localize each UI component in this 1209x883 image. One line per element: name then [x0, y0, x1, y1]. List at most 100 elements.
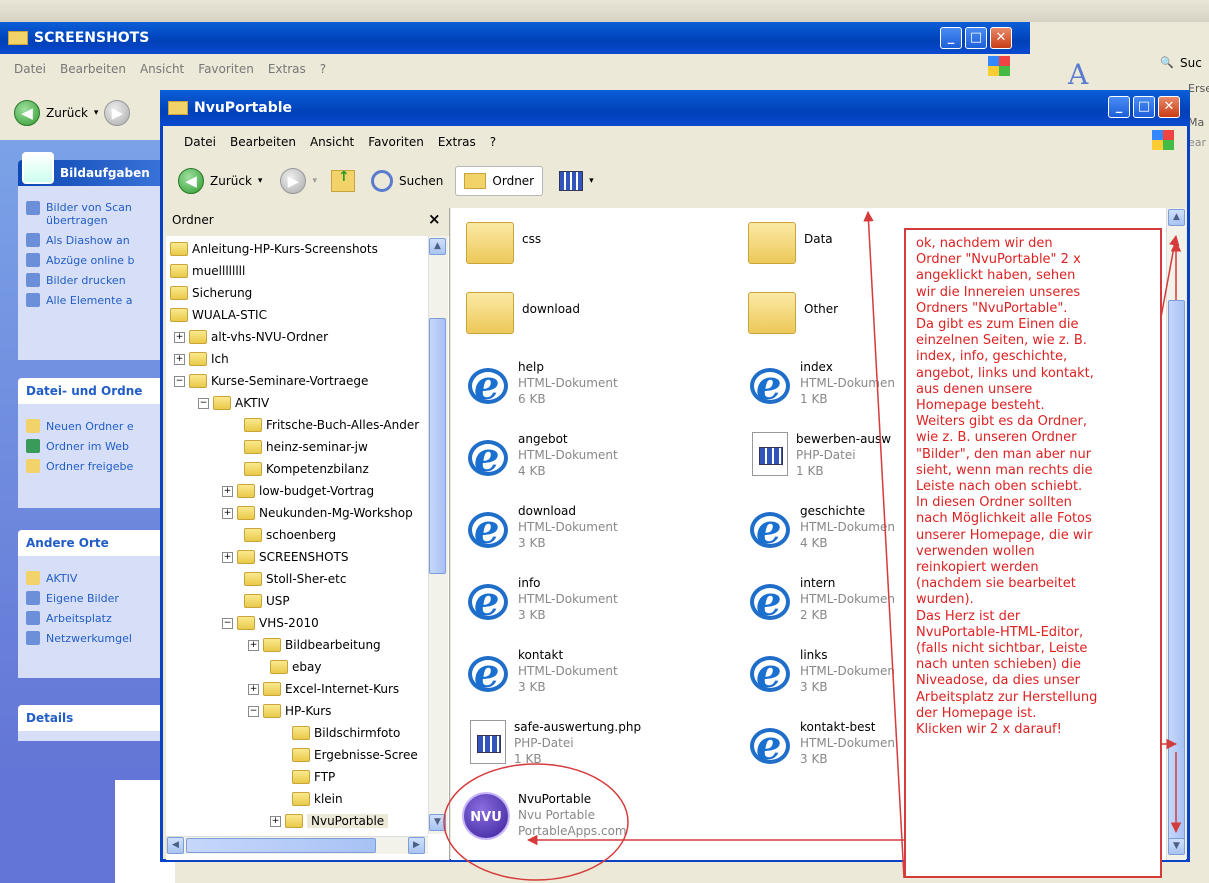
file-item[interactable]: e links HTML-Dokumen 3 KB: [748, 648, 895, 696]
task-prints-online[interactable]: Abzüge online b: [18, 250, 163, 270]
back-menu-datei[interactable]: Datei: [14, 62, 46, 76]
tree-row[interactable]: klein: [292, 789, 343, 809]
search-icon[interactable]: [370, 170, 393, 192]
file-item[interactable]: e kontakt-best HTML-Dokumen 3 KB: [748, 720, 895, 768]
toolbar-back-label[interactable]: Zurück: [210, 174, 252, 188]
task-all-elements[interactable]: Alle Elemente a: [18, 290, 163, 310]
scroll-down-icon[interactable]: ▼: [1168, 838, 1185, 855]
file-item[interactable]: Data: [748, 218, 833, 264]
right-search-label[interactable]: Suc: [1180, 56, 1202, 70]
menu-favoriten[interactable]: Favoriten: [368, 135, 424, 149]
tree-row[interactable]: − VHS-2010: [222, 613, 319, 633]
collapse-icon[interactable]: −: [174, 375, 185, 387]
back-menu-extras[interactable]: Extras: [268, 62, 306, 76]
menu-datei[interactable]: Datei: [184, 135, 216, 149]
tree-row[interactable]: Ergebnisse-Scree: [292, 745, 418, 765]
menu-ansicht[interactable]: Ansicht: [310, 135, 354, 149]
file-item[interactable]: e download HTML-Dokument 3 KB: [466, 504, 618, 552]
tree-row[interactable]: Fritsche-Buch-Alles-Ander: [244, 415, 419, 435]
views-icon[interactable]: [559, 171, 584, 191]
tree-row[interactable]: − AKTIV: [198, 393, 269, 413]
back-menu-favoriten[interactable]: Favoriten: [198, 62, 254, 76]
task-slideshow[interactable]: Als Diashow an: [18, 230, 163, 250]
tree-row[interactable]: + Bildbearbeitung: [248, 635, 381, 655]
panel-details-header[interactable]: Details: [18, 705, 163, 731]
file-item[interactable]: e help HTML-Dokument 6 KB: [466, 360, 618, 408]
task-publish-web[interactable]: Ordner im Web: [18, 436, 163, 456]
file-item[interactable]: e index HTML-Dokumen 1 KB: [748, 360, 895, 408]
scroll-left-icon[interactable]: ◀: [167, 837, 184, 854]
back-menu-help[interactable]: ?: [320, 62, 326, 76]
tree-row[interactable]: muellllllll: [170, 261, 245, 281]
tree-close-button[interactable]: ×: [428, 210, 441, 228]
up-folder-icon[interactable]: ↑: [330, 169, 355, 192]
file-item[interactable]: bewerben-ausw PHP-Datei 1 KB: [748, 432, 891, 479]
menu-help[interactable]: ?: [490, 135, 496, 149]
forward-arrow-icon[interactable]: ▶: [104, 100, 131, 126]
back-history-dropdown-icon[interactable]: ▾: [258, 176, 263, 186]
tree-row[interactable]: + SCREENSHOTS: [222, 547, 349, 567]
tree-row[interactable]: − HP-Kurs: [248, 701, 331, 721]
file-item[interactable]: e kontakt HTML-Dokument 3 KB: [466, 648, 618, 696]
task-share-folder[interactable]: Ordner freigebe: [18, 456, 163, 476]
tree-row[interactable]: Bildschirmfoto: [292, 723, 400, 743]
forward-arrow-icon[interactable]: ▶: [280, 168, 307, 194]
back-maximize-button[interactable]: □: [965, 27, 987, 49]
files-vscroll-thumb[interactable]: [1168, 300, 1185, 850]
place-aktiv[interactable]: AKTIV: [18, 568, 163, 588]
tree-row[interactable]: Kompetenzbilanz: [244, 459, 369, 479]
tree-row-selected[interactable]: + NvuPortable: [270, 811, 389, 831]
expand-icon[interactable]: +: [222, 485, 233, 497]
folders-button[interactable]: Ordner: [455, 166, 544, 196]
tree-row[interactable]: + Excel-Internet-Kurs: [248, 679, 399, 699]
menu-bearbeiten[interactable]: Bearbeiten: [230, 135, 296, 149]
main-close-button[interactable]: ✕: [1158, 96, 1180, 118]
back-close-button[interactable]: ✕: [990, 27, 1012, 49]
expand-icon[interactable]: +: [222, 551, 233, 563]
panel-datei-header[interactable]: Datei- und Ordne: [18, 378, 163, 404]
file-item[interactable]: safe-auswertung.php PHP-Datei 1 KB: [466, 720, 641, 767]
expand-icon[interactable]: +: [248, 639, 259, 651]
menu-extras[interactable]: Extras: [438, 135, 476, 149]
tree-row[interactable]: ebay: [270, 657, 321, 677]
back-arrow-icon[interactable]: ◀: [178, 168, 204, 194]
file-item[interactable]: e info HTML-Dokument 3 KB: [466, 576, 618, 624]
file-item[interactable]: e intern HTML-Dokumen 2 KB: [748, 576, 895, 624]
views-dropdown-icon[interactable]: ▾: [589, 176, 594, 186]
scroll-right-icon[interactable]: ▶: [408, 837, 425, 854]
tree-row[interactable]: Anleitung-HP-Kurs-Screenshots: [170, 239, 378, 259]
task-new-folder[interactable]: Neuen Ordner e: [18, 416, 163, 436]
scroll-down-icon[interactable]: ▼: [429, 814, 446, 831]
collapse-icon[interactable]: −: [248, 705, 259, 717]
place-computer[interactable]: Arbeitsplatz: [18, 608, 163, 628]
back-menu-bearbeiten[interactable]: Bearbeiten: [60, 62, 126, 76]
file-item[interactable]: e geschichte HTML-Dokumen 4 KB: [748, 504, 895, 552]
back-arrow-icon[interactable]: ◀: [14, 100, 40, 126]
task-print[interactable]: Bilder drucken: [18, 270, 163, 290]
tree-row[interactable]: Stoll-Sher-etc: [244, 569, 346, 589]
place-my-pictures[interactable]: Eigene Bilder: [18, 588, 163, 608]
tree-row[interactable]: heinz-seminar-jw: [244, 437, 368, 457]
scroll-up-icon[interactable]: ▲: [429, 238, 446, 255]
tree-row[interactable]: schoenberg: [244, 525, 336, 545]
file-item[interactable]: download: [466, 288, 580, 334]
tree-row[interactable]: Sicherung: [170, 283, 252, 303]
back-minimize-button[interactable]: _: [940, 27, 962, 49]
expand-icon[interactable]: +: [270, 815, 281, 827]
main-minimize-button[interactable]: _: [1108, 96, 1130, 118]
scroll-up-icon[interactable]: ▲: [1168, 209, 1185, 226]
expand-icon[interactable]: +: [248, 683, 259, 695]
expand-icon[interactable]: +: [222, 507, 233, 519]
collapse-icon[interactable]: −: [222, 617, 233, 629]
expand-icon[interactable]: +: [174, 353, 185, 365]
tree-row[interactable]: + Ich: [174, 349, 229, 369]
tree-row[interactable]: USP: [244, 591, 290, 611]
back-back-label[interactable]: Zurück: [46, 106, 88, 120]
tree-row[interactable]: + low-budget-Vortrag: [222, 481, 374, 501]
forward-history-dropdown-icon[interactable]: ▾: [312, 176, 317, 186]
tree-row[interactable]: WUALA-STIC: [170, 305, 267, 325]
tree-vscroll-thumb[interactable]: [429, 318, 446, 574]
tree-hscroll-thumb[interactable]: [186, 838, 376, 853]
file-item[interactable]: css: [466, 218, 541, 264]
place-network[interactable]: Netzwerkumgel: [18, 628, 163, 648]
